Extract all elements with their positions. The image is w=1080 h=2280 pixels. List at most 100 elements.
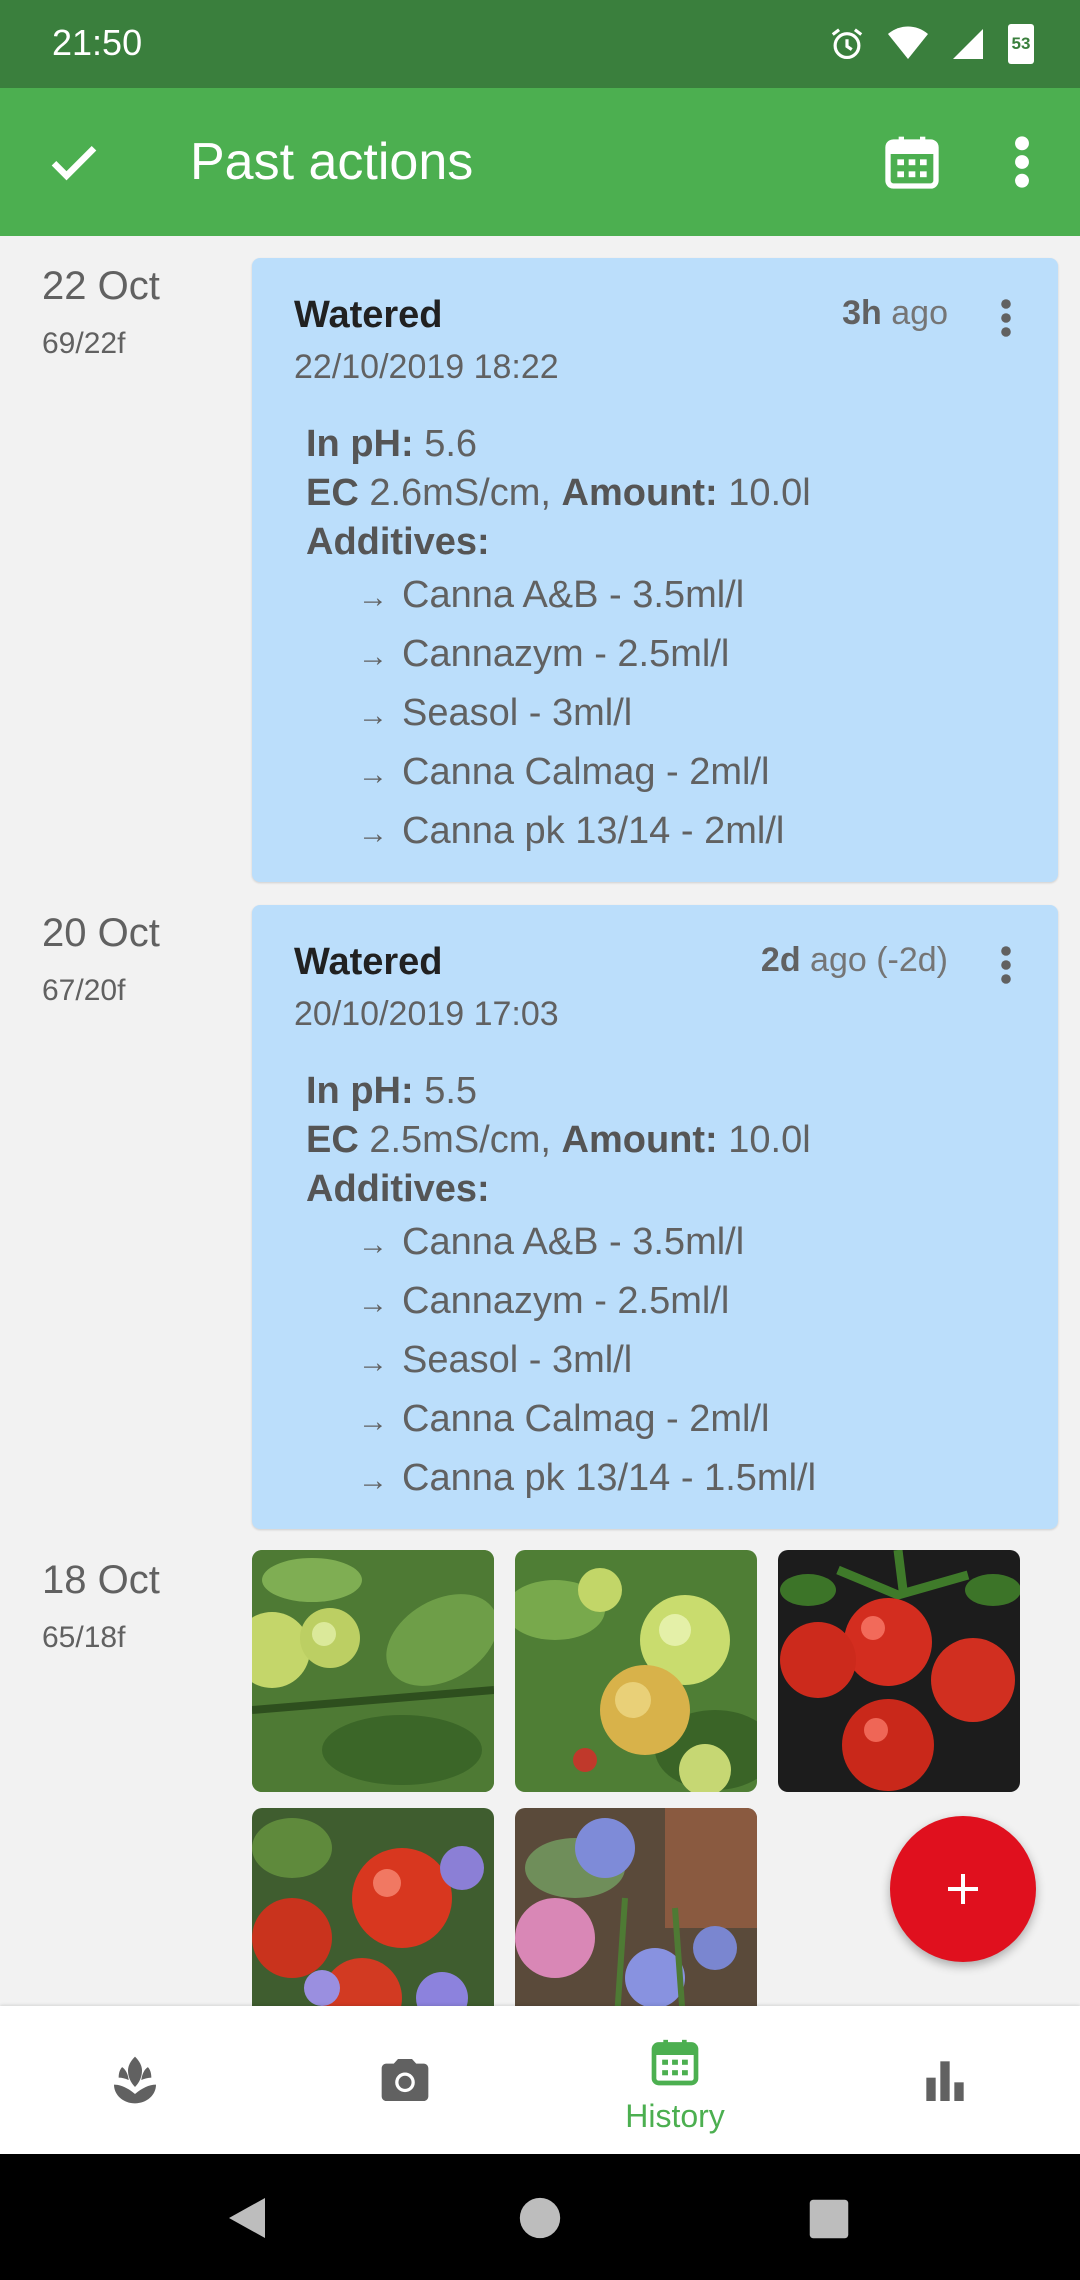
home-icon[interactable]: [518, 2196, 562, 2240]
ec-value: 2.6mS/cm,: [358, 472, 562, 514]
ago-suffix: ago (-2d): [800, 941, 948, 979]
amount-value: 10.0l: [717, 1119, 811, 1161]
check-icon[interactable]: [44, 132, 104, 192]
date-day: 18 Oct: [42, 1558, 160, 1602]
ph-label: In pH:: [306, 423, 414, 465]
additives-label: Additives:: [306, 1168, 490, 1210]
camera-icon: [381, 2059, 429, 2101]
date-temp: 69/22f: [42, 327, 126, 360]
plant-photo[interactable]: [515, 1550, 757, 1792]
additive-text: Canna Calmag - 2ml/l: [402, 751, 770, 793]
action-details: In pH: 5.5 EC 2.5mS/cm, Amount: 10.0l Ad…: [306, 1067, 816, 1509]
arrow-icon: →: [358, 758, 388, 791]
additives-heading: Additives:: [306, 518, 811, 567]
nav-history[interactable]: History: [540, 2006, 810, 2154]
ph-label: In pH:: [306, 1070, 414, 1112]
plant-photo[interactable]: [515, 1808, 757, 2006]
card-more-icon[interactable]: [994, 294, 1018, 342]
photo-image: [252, 1550, 494, 1792]
add-action-button[interactable]: [890, 1816, 1036, 1962]
action-card[interactable]: Watered 20/10/2019 17:03 2d ago (-2d) In…: [252, 905, 1058, 1529]
arrow-icon: →: [358, 1405, 388, 1438]
additive-text: Seasol - 3ml/l: [402, 692, 633, 734]
arrow-icon: →: [358, 640, 388, 673]
additive-text: Canna pk 13/14 - 1.5ml/l: [402, 1457, 817, 1499]
battery-level: 53: [1011, 34, 1031, 53]
additive-item: → Seasol - 3ml/l: [306, 685, 811, 744]
recents-icon[interactable]: [808, 2198, 850, 2240]
date-temp: 67/20f: [42, 974, 126, 1007]
arrow-icon: →: [358, 1346, 388, 1379]
signal-icon: [953, 29, 983, 59]
nav-history-label: History: [625, 2098, 725, 2134]
plant-photo[interactable]: [252, 1808, 494, 2006]
status-time: 21:50: [52, 22, 143, 63]
plant-icon: [114, 2056, 156, 2104]
arrow-icon: →: [358, 1228, 388, 1261]
ec-value: 2.5mS/cm,: [358, 1119, 562, 1161]
ph-value: 5.6: [413, 423, 478, 465]
additive-text: Cannazym - 2.5ml/l: [402, 1280, 730, 1322]
action-ago: 2d ago (-2d): [761, 941, 948, 980]
nav-camera[interactable]: [270, 2006, 540, 2154]
additive-item: → Canna A&B - 3.5ml/l: [306, 567, 811, 626]
calendar-icon[interactable]: [880, 130, 944, 194]
additive-item: → Canna Calmag - 2ml/l: [306, 1391, 816, 1450]
battery-icon: 53: [1008, 24, 1034, 64]
arrow-icon: →: [358, 581, 388, 614]
plant-photo[interactable]: [252, 1550, 494, 1792]
additive-item: → Canna A&B - 3.5ml/l: [306, 1214, 816, 1273]
arrow-icon: →: [358, 1287, 388, 1320]
action-datetime: 22/10/2019 18:22: [294, 348, 559, 386]
date-day: 22 Oct: [42, 264, 160, 308]
ph-line: In pH: 5.5: [306, 1067, 816, 1116]
date-day: 20 Oct: [42, 911, 160, 955]
arrow-icon: →: [358, 1464, 388, 1497]
additive-text: Canna A&B - 3.5ml/l: [402, 574, 745, 616]
additives-label: Additives:: [306, 521, 490, 563]
additive-item: → Canna pk 13/14 - 2ml/l: [306, 803, 811, 862]
amount-label: Amount:: [561, 1119, 718, 1161]
ec-label: EC: [306, 472, 359, 514]
ago-value: 3h: [842, 294, 882, 332]
action-type: Watered: [294, 941, 443, 983]
action-card[interactable]: Watered 22/10/2019 18:22 3h ago In pH: 5…: [252, 258, 1058, 882]
bottom-navigation: History: [0, 2006, 1080, 2154]
additive-text: Cannazym - 2.5ml/l: [402, 633, 730, 675]
date-label: 20 Oct 67/20f: [42, 911, 160, 1008]
card-more-icon[interactable]: [994, 941, 1018, 989]
additive-text: Canna Calmag - 2ml/l: [402, 1398, 770, 1440]
ago-suffix: ago: [881, 294, 948, 332]
nav-statistics[interactable]: [810, 2006, 1080, 2154]
date-label: 18 Oct 65/18f: [42, 1558, 160, 1655]
additive-item: → Cannazym - 2.5ml/l: [306, 626, 811, 685]
history-list[interactable]: 22 Oct 69/22f Watered 22/10/2019 18:22 3…: [0, 236, 1080, 2006]
date-temp: 65/18f: [42, 1621, 126, 1654]
action-ago: 3h ago: [842, 294, 948, 333]
ec-line: EC 2.6mS/cm, Amount: 10.0l: [306, 469, 811, 518]
plant-photo[interactable]: [778, 1550, 1020, 1792]
system-navigation-bar: [0, 2154, 1080, 2280]
app-bar: Past actions: [0, 88, 1080, 236]
ph-value: 5.5: [413, 1070, 478, 1112]
additive-text: Canna pk 13/14 - 2ml/l: [402, 810, 785, 852]
more-vert-icon[interactable]: [1000, 130, 1044, 194]
back-icon[interactable]: [225, 2194, 269, 2242]
additive-item: → Seasol - 3ml/l: [306, 1332, 816, 1391]
status-bar: 21:50 53: [0, 0, 1080, 88]
ago-value: 2d: [760, 941, 801, 979]
additive-item: → Cannazym - 2.5ml/l: [306, 1273, 816, 1332]
action-datetime: 20/10/2019 17:03: [294, 995, 559, 1033]
additive-item: → Canna pk 13/14 - 1.5ml/l: [306, 1450, 816, 1509]
plus-icon: [948, 1874, 978, 1904]
calendar-icon: [651, 2039, 699, 2086]
amount-value: 10.0l: [717, 472, 811, 514]
additive-text: Canna A&B - 3.5ml/l: [402, 1221, 745, 1263]
bar-chart-icon: [926, 2061, 964, 2101]
arrow-icon: →: [358, 817, 388, 850]
nav-plants[interactable]: [0, 2006, 270, 2154]
ec-label: EC: [306, 1119, 359, 1161]
date-label: 22 Oct 69/22f: [42, 264, 160, 361]
arrow-icon: →: [358, 699, 388, 732]
ec-line: EC 2.5mS/cm, Amount: 10.0l: [306, 1116, 816, 1165]
